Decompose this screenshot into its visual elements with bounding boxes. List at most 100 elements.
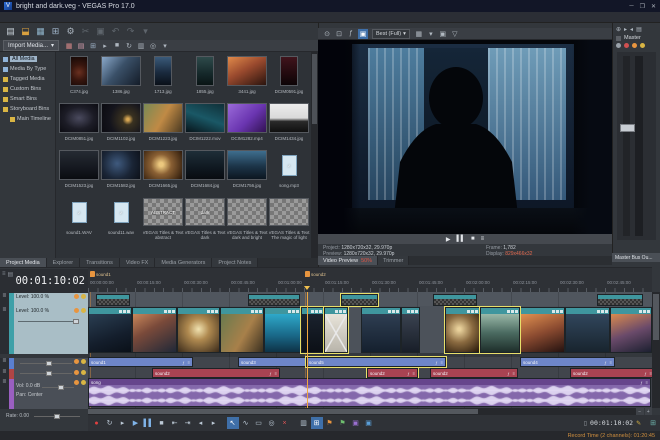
video-clip[interactable] (610, 307, 652, 353)
import-media-button[interactable]: Import Media... ▾ (3, 40, 60, 51)
cursor-position-time[interactable]: 00:01:10:02 (590, 419, 633, 427)
video-clip[interactable] (264, 307, 301, 353)
bus-button[interactable] (616, 43, 621, 48)
transport-button[interactable]: ⊞ (310, 417, 323, 429)
toolbar-button[interactable]: ▾ (139, 25, 152, 38)
media-item[interactable]: DCIM1684.jpg (184, 149, 226, 196)
track-menu-icon[interactable]: ≣ (0, 369, 9, 379)
track-header-2[interactable]: ≣ Level: 100.0 % (0, 307, 88, 354)
audio-clip[interactable]: sound4 ƒ ≡ (520, 357, 615, 367)
clip-fx-icons[interactable]: ƒ ≡ (182, 360, 192, 365)
solo-button[interactable] (81, 294, 86, 299)
media-item[interactable]: DCIM1523.jpg (58, 149, 100, 196)
title-clip[interactable] (433, 294, 477, 306)
clip-fx-icons[interactable]: ƒ ≡ (435, 360, 445, 365)
media-item[interactable]: DCIM1222.mov (184, 102, 226, 149)
media-toolbar-button[interactable]: ▦ (64, 41, 74, 51)
media-item[interactable]: DCIM1282.mp4 (226, 102, 268, 149)
mixer-toolbar-icon[interactable]: ⊕ (616, 26, 621, 33)
preview-toolbar-icon[interactable]: ⊡ (334, 29, 344, 39)
media-panel-tab[interactable]: Project Notes (212, 258, 259, 267)
clip-fx-icons[interactable]: ƒ ≡ (604, 360, 614, 365)
bus-button[interactable] (632, 43, 637, 48)
media-panel-tab[interactable]: Media Generators (155, 258, 213, 267)
volume-slider[interactable] (20, 361, 72, 366)
preview-tab[interactable]: Video Preview 50% (318, 256, 379, 265)
solo-button[interactable] (81, 370, 86, 375)
tree-item[interactable]: Storyboard Bins (0, 104, 55, 114)
preview-toolbar-icon[interactable]: ⊙ (322, 29, 332, 39)
timeline-corner-icon[interactable]: ▤ (8, 271, 14, 278)
preview-toolbar-icon[interactable]: ▽ (450, 29, 460, 39)
video-preview-display[interactable] (318, 40, 612, 234)
media-item[interactable]: DCIM1665.jpg (142, 149, 184, 196)
maximize-button[interactable]: ❐ (640, 3, 645, 10)
video-clip[interactable] (479, 306, 521, 354)
transport-button[interactable]: ▣ (350, 417, 362, 429)
mixer-toolbar-icon[interactable]: ▸ (624, 26, 627, 33)
volume-slider[interactable] (20, 371, 72, 376)
transport-button[interactable]: ⇤ (169, 417, 181, 429)
mute-button[interactable] (74, 308, 79, 313)
transport-button[interactable]: ▶ (130, 417, 142, 429)
timeline-time-display[interactable]: 00:01:10:02 (0, 269, 88, 293)
video-clip[interactable] (220, 307, 264, 353)
solo-button[interactable] (81, 380, 86, 385)
toolbar-button[interactable]: ▦ (34, 25, 47, 38)
timeline-tracks-area[interactable]: sound1 ƒ ≡ sound3 ƒ ≡ sound5 ƒ ≡ sound4 … (88, 292, 652, 408)
transport-button[interactable]: ▌▌ (143, 417, 155, 429)
tree-item[interactable]: Main Timeline (0, 114, 55, 124)
timeline-ruler[interactable]: 00:00:00:00 00:00:15:00 00:00:30:00 00:00:4… (88, 267, 652, 292)
transport-button[interactable]: ◎ (266, 417, 278, 429)
toolbar-button[interactable]: ▣ (94, 25, 107, 38)
toolbar-button[interactable]: ↷ (124, 25, 137, 38)
transport-button[interactable]: ◂ (195, 417, 207, 429)
media-toolbar-button[interactable]: ▾ (160, 41, 170, 51)
tree-item[interactable]: Media By Type (0, 64, 55, 74)
transport-button[interactable]: ● (91, 417, 103, 429)
mixer-toolbar-icon[interactable]: ◂ (630, 26, 633, 33)
close-button[interactable]: ✕ (651, 3, 656, 10)
track-menu-icon[interactable]: ≣ (0, 379, 9, 409)
transport-button[interactable]: ⚑ (324, 417, 336, 429)
timeline-vertical-scrollbar[interactable] (652, 292, 660, 408)
master-bus-tab[interactable]: Master Bus Ou... (612, 253, 660, 262)
preview-tab[interactable]: Trimmer (378, 256, 410, 265)
tree-item[interactable]: Custom Bins (0, 84, 55, 94)
transport-button[interactable]: ▸ (117, 417, 129, 429)
media-toolbar-button[interactable]: ▤ (76, 41, 86, 51)
media-toolbar-button[interactable]: ▥ (136, 41, 146, 51)
media-item[interactable]: C374.jpg (58, 55, 100, 102)
transport-button[interactable]: × (279, 417, 291, 429)
media-item[interactable]: DCIM0591.jpg (268, 55, 310, 102)
mixer-toolbar-icon[interactable]: ▤ (636, 26, 642, 33)
toolbar-button[interactable]: ⊞ (49, 25, 62, 38)
media-item[interactable]: 1713.jpg (142, 55, 184, 102)
media-panel-tab[interactable]: Video FX (119, 258, 156, 267)
transport-button[interactable]: ■ (156, 417, 168, 429)
preview-toolbar-icon[interactable]: ▾ (426, 29, 436, 39)
video-clip[interactable] (565, 307, 610, 353)
clip-fx-icons[interactable]: ƒ ≡ (507, 371, 517, 376)
transport-button[interactable]: ▥ (298, 417, 310, 429)
expand-icon[interactable]: ⊞ (650, 419, 656, 427)
toolbar-button[interactable]: ⬓ (19, 25, 32, 38)
preview-toolbar-icon[interactable]: ▣ (358, 28, 368, 39)
bus-button[interactable] (624, 43, 629, 48)
toolbar-button[interactable]: ↶ (109, 25, 122, 38)
video-clip[interactable] (177, 307, 220, 353)
media-item[interactable]: DCIM1756.jpg (226, 149, 268, 196)
toolbar-button[interactable]: ⚙ (64, 25, 77, 38)
track-header-1[interactable]: ≣ Level: 100.0 % (0, 293, 88, 307)
title-clip[interactable] (340, 293, 379, 307)
transport-button[interactable] (221, 417, 226, 429)
track-header-4[interactable]: ≣ (0, 369, 88, 379)
playhead-line[interactable] (307, 292, 308, 408)
media-panel-tab[interactable]: Transitions (80, 258, 120, 267)
media-item[interactable]: 1855.jpg (184, 55, 226, 102)
video-clip[interactable] (300, 306, 325, 354)
title-clip[interactable] (597, 294, 643, 306)
video-clip[interactable] (323, 306, 349, 354)
audio-clip[interactable]: sound1 ƒ ≡ (88, 357, 193, 367)
video-clip[interactable] (520, 307, 565, 353)
